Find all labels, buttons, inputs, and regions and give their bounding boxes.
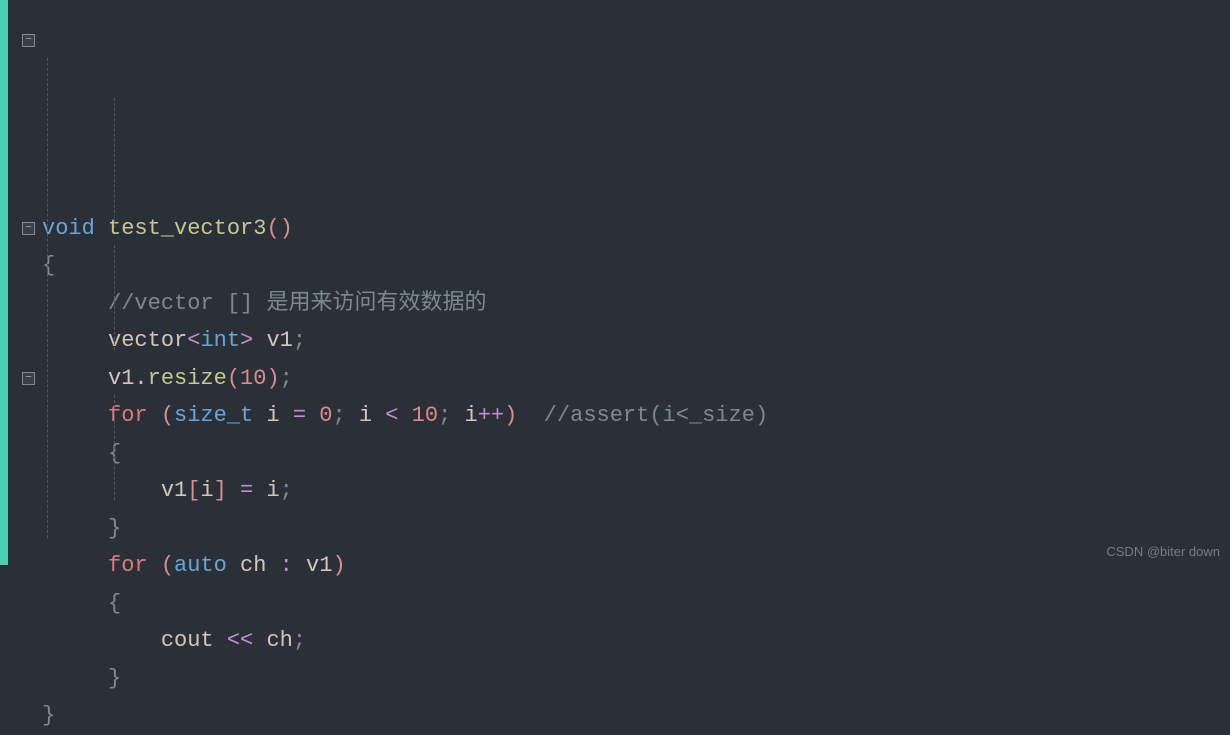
semicolon: ; — [293, 328, 306, 353]
bracket-close: ] — [214, 478, 240, 503]
variable-ch: ch — [253, 628, 293, 653]
fold-toggle-icon[interactable]: − — [22, 34, 35, 47]
brace-open: { — [42, 253, 55, 278]
fold-toggle-icon[interactable]: − — [22, 372, 35, 385]
code-content[interactable]: void test_vector3() { //vector [] 是用来访问有… — [38, 0, 1230, 565]
variable-i: i — [253, 403, 293, 428]
comment: //vector [] 是用来访问有效数据的 — [108, 291, 486, 316]
comment: //assert(i<_size) — [517, 403, 768, 428]
paren-open: ( — [148, 553, 174, 578]
semicolon: ; — [293, 628, 306, 653]
variable-i: i — [465, 403, 478, 428]
semicolon: ; — [332, 403, 358, 428]
operator-colon: : — [280, 553, 293, 578]
paren-close: ) — [332, 553, 345, 578]
operator-inc: ++ — [478, 403, 504, 428]
code-editor: − − − void test_vector3() { //vector [] … — [0, 0, 1230, 565]
function-name: test_vector3 — [108, 216, 266, 241]
keyword-auto: auto — [174, 553, 227, 578]
parens: () — [266, 216, 292, 241]
method-resize: resize — [148, 366, 227, 391]
operator-lt: < — [385, 403, 398, 428]
brace-open: { — [108, 591, 121, 616]
paren-close: ) — [266, 366, 279, 391]
type-sizet: size_t — [174, 403, 253, 428]
change-marker-bar — [0, 0, 8, 565]
semicolon: ; — [280, 366, 293, 391]
variable-v1: v1 — [161, 478, 187, 503]
semicolon: ; — [280, 478, 293, 503]
keyword-void: void — [42, 216, 95, 241]
identifier-cout: cout — [161, 628, 227, 653]
angle-bracket: > — [240, 328, 253, 353]
variable-i: i — [359, 403, 385, 428]
fold-toggle-icon[interactable]: − — [22, 222, 35, 235]
angle-bracket: < — [187, 328, 200, 353]
bracket-open: [ — [187, 478, 200, 503]
brace-close: } — [108, 516, 121, 541]
fold-gutter: − − − — [8, 0, 38, 565]
variable-ch: ch — [227, 553, 280, 578]
brace-close: } — [42, 703, 55, 728]
brace-close: } — [108, 666, 121, 691]
operator-assign: = — [240, 478, 253, 503]
number-literal: 10 — [240, 366, 266, 391]
type-vector: vector — [108, 328, 187, 353]
variable-i: i — [253, 478, 279, 503]
paren-close: ) — [504, 403, 517, 428]
variable-v1: v1 — [108, 366, 134, 391]
semicolon: ; — [438, 403, 464, 428]
paren-open: ( — [227, 366, 240, 391]
keyword-for: for — [108, 553, 148, 578]
watermark-text: CSDN @biter down — [1106, 544, 1220, 559]
dot: . — [134, 366, 147, 391]
operator-stream: << — [227, 628, 253, 653]
number-literal: 0 — [306, 403, 332, 428]
paren-open: ( — [148, 403, 174, 428]
keyword-int: int — [200, 328, 240, 353]
variable-v1: v1 — [293, 553, 333, 578]
operator-assign: = — [293, 403, 306, 428]
variable-i: i — [200, 478, 213, 503]
variable-v1: v1 — [253, 328, 293, 353]
number-literal: 10 — [398, 403, 438, 428]
